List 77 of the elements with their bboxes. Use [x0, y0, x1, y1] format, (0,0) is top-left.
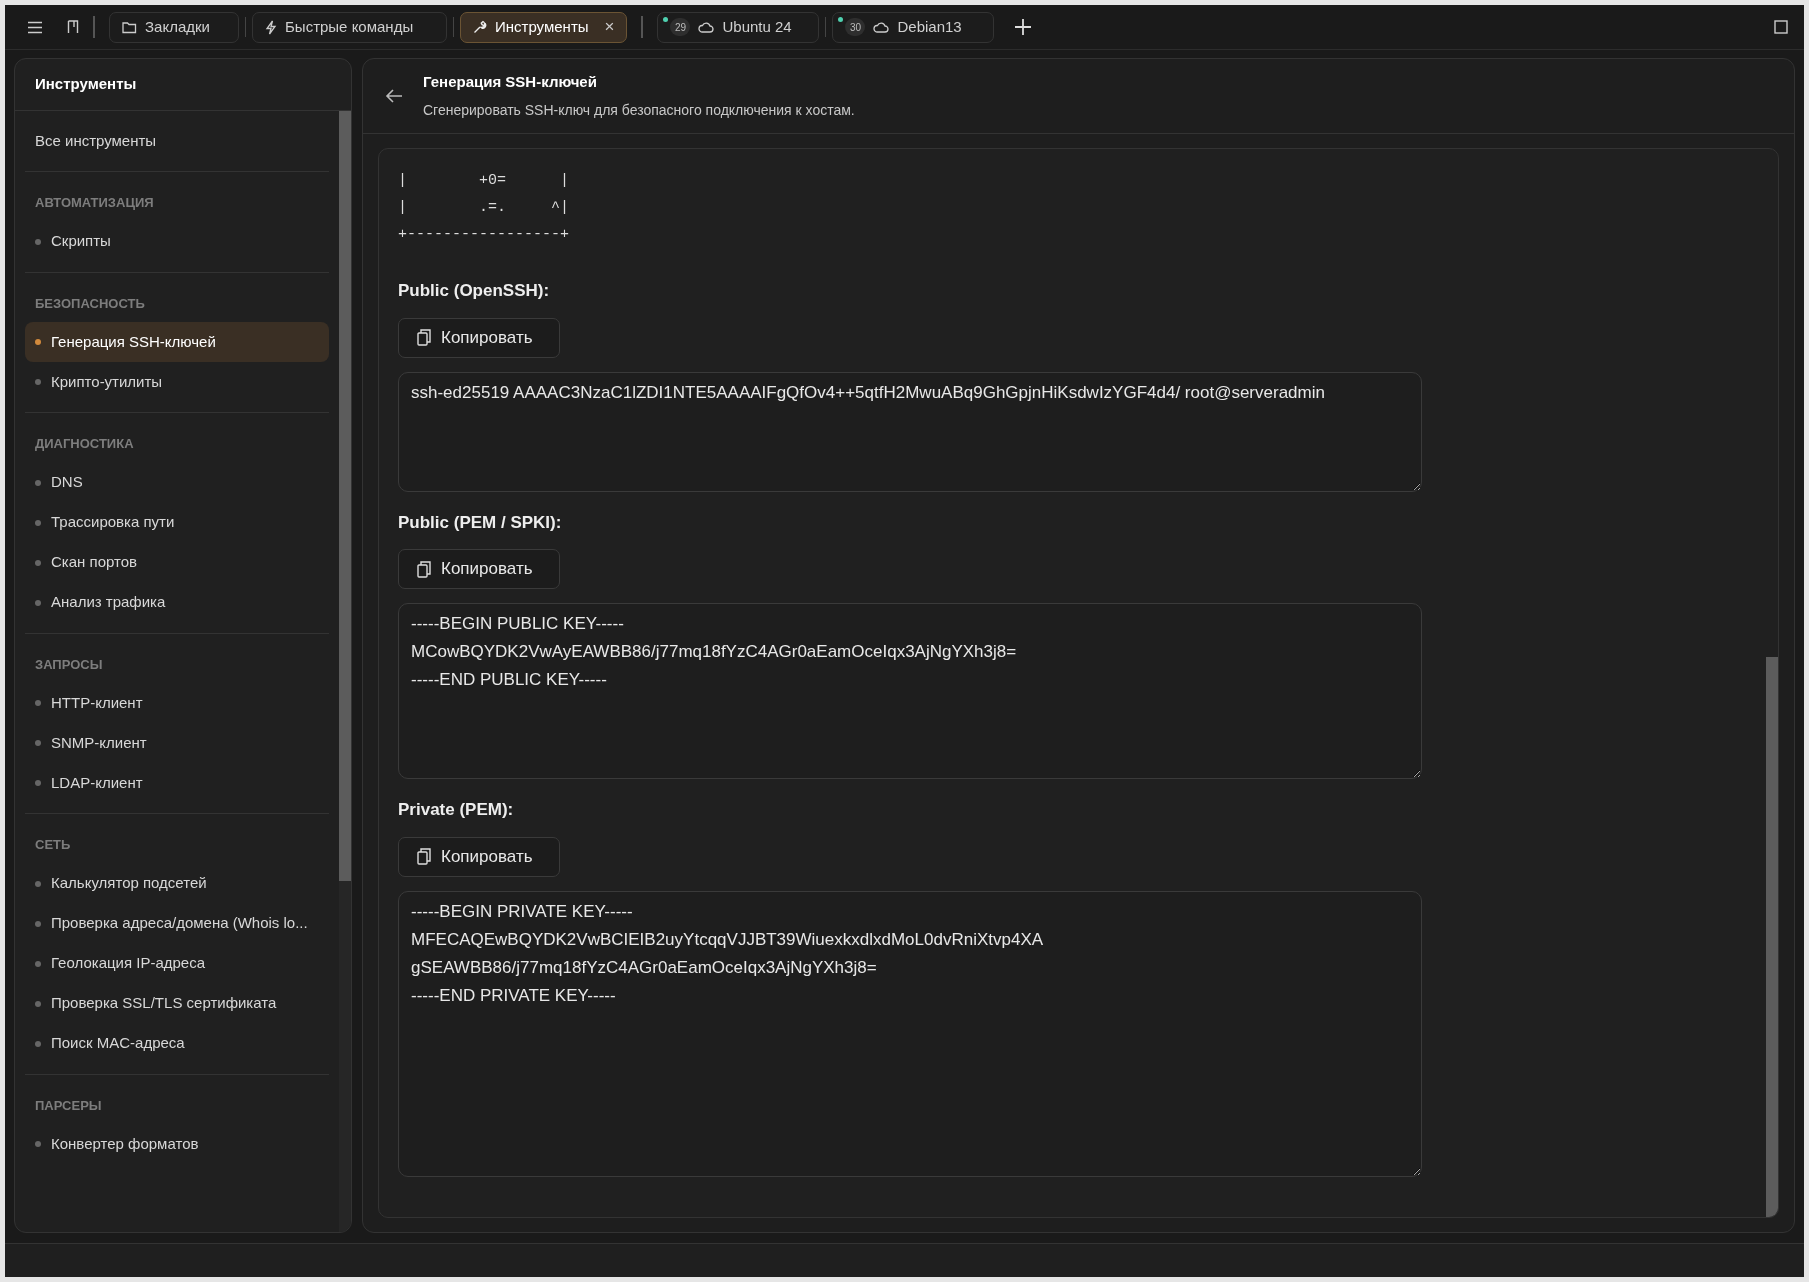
- lightning-icon: [265, 19, 277, 35]
- sidebar-item[interactable]: Скрипты: [25, 221, 329, 262]
- section-heading: СЕТЬ: [34, 836, 72, 854]
- bullet-icon: [35, 379, 41, 385]
- bullet-icon: [35, 1040, 41, 1047]
- sidebar-item[interactable]: Конвертер форматов: [25, 1124, 329, 1164]
- sidebar-item[interactable]: Скан портов: [25, 542, 329, 583]
- key-text-area[interactable]: -----BEGIN PUBLIC KEY----- MCowBQYDK2VwAyEAWBB86/j77mq18fYzC4AGr0aEamOceIqx3AjNgYXh3j8= -----END PUBLIC KEY-----: [398, 603, 1422, 779]
- bullet-icon: [35, 700, 41, 706]
- count-badge: 29: [670, 18, 691, 36]
- back-arrow-icon[interactable]: [385, 88, 403, 104]
- randomart-line: | +0= |: [398, 171, 570, 191]
- wrench-icon: [473, 20, 487, 34]
- bookmark-icon[interactable]: [67, 20, 79, 34]
- sidebar-item[interactable]: Генерация SSH-ключей: [25, 322, 329, 362]
- sidebar-title: Инструменты: [35, 74, 137, 95]
- close-button[interactable]: ×: [596, 14, 615, 40]
- sidebar-item[interactable]: Проверка SSL/TLS сертификата: [25, 983, 329, 1024]
- bullet-icon: [35, 740, 41, 746]
- section-label: Public (OpenSSH):: [398, 280, 550, 302]
- bullet-icon: [35, 479, 41, 486]
- section-heading: ПАРСЕРЫ: [34, 1096, 103, 1115]
- bullet-icon: [35, 519, 41, 526]
- tab[interactable]: Инструменты ×: [460, 11, 628, 43]
- section-heading: АВТОМАТИЗАЦИЯ: [34, 194, 155, 212]
- tab[interactable]: 29 Ubuntu 24: [657, 11, 820, 43]
- section-heading: БЕЗОПАСНОСТЬ: [34, 294, 146, 313]
- sidebar-item[interactable]: Крипто-утилиты: [25, 362, 329, 402]
- page-title: Генерация SSH-ключей: [423, 72, 598, 93]
- sidebar-item[interactable]: Анализ трафика: [25, 582, 329, 623]
- copy-icon: [417, 848, 431, 865]
- bullet-icon: [35, 339, 41, 345]
- sidebar-item[interactable]: DNS: [25, 462, 329, 503]
- bullet-icon: [35, 960, 41, 967]
- key-text-area[interactable]: -----BEGIN PRIVATE KEY----- MFECAQEwBQYDK2VwBCIEIB2uyYtcqqVJJBT39WiuexkxdlxdMoL0dvRniXtvp4XA gSEAWBB86/j77mq18fYzC4AGr0aEamOceIqx3AjNgYXh3j8= -----END PRIVATE KEY-----: [398, 890, 1422, 1177]
- key-text-area[interactable]: ssh-ed25519 AAAAC3NzaC1lZDI1NTE5AAAAIFgQfOv4++5qtfH2MwuABq9GhGpjnHiKsdwIzYGF4d4/ root@serveradmin: [398, 371, 1422, 492]
- bullet-icon: [35, 559, 41, 566]
- section-heading: ЗАПРОСЫ: [34, 655, 104, 674]
- sidebar-item[interactable]: Трассировка пути: [25, 502, 329, 543]
- maximize-icon[interactable]: [1774, 20, 1788, 34]
- bullet-icon: [35, 238, 41, 245]
- copy-button[interactable]: Копировать: [398, 317, 560, 358]
- randomart-line: | .=. ^|: [398, 198, 570, 218]
- randomart-line: +-----------------+: [398, 225, 570, 245]
- copy-button[interactable]: Копировать: [398, 549, 560, 589]
- sidebar-item[interactable]: Геолокация IP-адреса: [25, 943, 329, 984]
- plus-icon[interactable]: [1014, 18, 1033, 36]
- sidebar-item[interactable]: Калькулятор подсетей: [25, 863, 329, 904]
- copy-button[interactable]: Копировать: [398, 836, 560, 877]
- copy-icon: [417, 329, 431, 346]
- section-label: Public (PEM / SPKI):: [398, 511, 562, 534]
- section-heading: ДИАГНОСТИКА: [34, 435, 135, 453]
- tab[interactable]: Закладки: [109, 11, 239, 43]
- bullet-icon: [35, 1000, 41, 1007]
- cloud-icon: [873, 21, 890, 33]
- bullet-icon: [35, 880, 41, 887]
- scrollbar-thumb[interactable]: [1766, 657, 1778, 1217]
- menu-icon[interactable]: [27, 20, 43, 34]
- bullet-icon: [35, 920, 41, 927]
- folder-icon: [122, 20, 137, 34]
- page-subtitle: Сгенерировать SSH-ключ для безопасного подключения к хостам.: [423, 100, 855, 120]
- copy-icon: [417, 560, 431, 578]
- count-badge: 30: [845, 18, 866, 36]
- sidebar-item[interactable]: HTTP-клиент: [25, 683, 329, 723]
- tab[interactable]: Быстрые команды: [252, 11, 447, 43]
- tab[interactable]: 30 Debian13: [832, 11, 995, 43]
- scrollbar-thumb[interactable]: [339, 111, 351, 881]
- bullet-icon: [35, 780, 41, 786]
- sidebar-item[interactable]: LDAP-клиент: [25, 763, 329, 803]
- sidebar-item[interactable]: Проверка адреса/домена (Whois lo...: [25, 903, 329, 944]
- sidebar-item[interactable]: Все инструменты: [25, 121, 329, 161]
- sidebar-item[interactable]: SNMP-клиент: [25, 723, 329, 763]
- section-label: Private (PEM):: [398, 799, 514, 821]
- bullet-icon: [35, 599, 41, 606]
- cloud-icon: [698, 21, 715, 33]
- bullet-icon: [35, 1141, 41, 1147]
- sidebar-item[interactable]: Поиск MAC-адреса: [25, 1023, 329, 1064]
